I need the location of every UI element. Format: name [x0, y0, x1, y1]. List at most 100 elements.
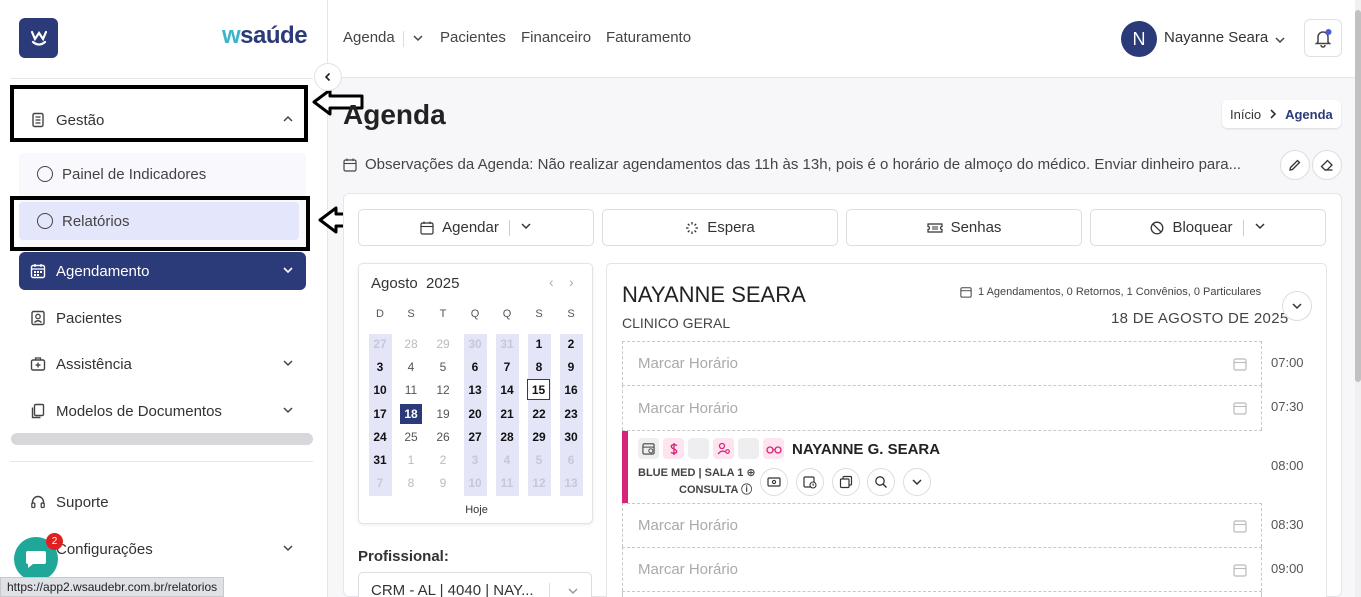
- time-slot-0900[interactable]: Marcar Horário: [622, 547, 1262, 591]
- calendar-day[interactable]: 7: [496, 360, 518, 374]
- calendar-day[interactable]: 1: [528, 337, 550, 351]
- calendar-check-icon[interactable]: [638, 438, 659, 459]
- calendar-day[interactable]: 4: [496, 453, 518, 467]
- topnav-financeiro[interactable]: Financeiro: [521, 29, 591, 46]
- calendar-day-selected[interactable]: 15: [527, 379, 550, 401]
- calendar-day[interactable]: 9: [432, 476, 454, 490]
- chevron-down-icon[interactable]: [1254, 219, 1266, 236]
- calendar-day[interactable]: 6: [464, 360, 486, 374]
- calendar-day[interactable]: 31: [369, 453, 391, 467]
- schedule-expand-button[interactable]: [1282, 291, 1312, 321]
- time-slot-0700[interactable]: Marcar Horário: [622, 341, 1262, 385]
- brand-logo[interactable]: [19, 18, 58, 58]
- calendar-day[interactable]: 3: [369, 360, 391, 374]
- calendar-day[interactable]: 11: [496, 476, 518, 490]
- calendar-day[interactable]: 12: [432, 383, 454, 397]
- sidebar-item-suporte[interactable]: Suporte: [19, 483, 306, 521]
- user-search-icon[interactable]: [713, 438, 734, 459]
- reschedule-button[interactable]: [796, 468, 824, 496]
- calendar-day[interactable]: 30: [464, 337, 486, 351]
- duplicate-button[interactable]: [832, 468, 860, 496]
- calendar-day[interactable]: 7: [369, 476, 391, 490]
- calendar-day[interactable]: 4: [400, 360, 422, 374]
- calendar-day[interactable]: 8: [528, 360, 550, 374]
- calendar-day[interactable]: 21: [496, 407, 518, 421]
- sidebar-collapse-button[interactable]: [314, 63, 342, 91]
- time-slot-0830[interactable]: Marcar Horário: [622, 503, 1262, 547]
- edit-observations-button[interactable]: [1280, 150, 1310, 180]
- glasses-icon[interactable]: [763, 438, 784, 459]
- calendar-day[interactable]: 11: [400, 383, 422, 397]
- calendar-prev-icon[interactable]: ‹: [549, 274, 554, 290]
- sidebar-item-modelos-documentos[interactable]: Modelos de Documentos: [19, 392, 306, 430]
- breadcrumb-home[interactable]: Início: [1230, 107, 1261, 122]
- page-scrollbar[interactable]: [1355, 0, 1361, 597]
- blank-status-icon[interactable]: [738, 438, 759, 459]
- calendar-day[interactable]: 29: [528, 430, 550, 444]
- calendar-day[interactable]: 10: [369, 383, 391, 397]
- time-slot-0730[interactable]: Marcar Horário: [622, 385, 1262, 430]
- calendar-day[interactable]: 2: [560, 337, 582, 351]
- calendar-day[interactable]: 28: [496, 430, 518, 444]
- payment-button[interactable]: [760, 468, 788, 496]
- calendar-day[interactable]: 28: [400, 337, 422, 351]
- time-slot-next[interactable]: [622, 591, 1262, 597]
- calendar-day[interactable]: 1: [400, 453, 422, 467]
- calendar-day[interactable]: 10: [464, 476, 486, 490]
- dollar-icon[interactable]: [663, 438, 684, 459]
- submenu-item-painel-indicadores[interactable]: Painel de Indicadores: [19, 155, 299, 193]
- notifications-button[interactable]: [1304, 19, 1342, 57]
- chevron-down-icon[interactable]: [520, 219, 532, 236]
- sidebar-item-agendamento[interactable]: Agendamento: [19, 252, 306, 290]
- calendar-day[interactable]: 13: [560, 476, 582, 490]
- blank-status-icon[interactable]: [688, 438, 709, 459]
- topnav-faturamento[interactable]: Faturamento: [606, 29, 691, 46]
- calendar-day[interactable]: 25: [400, 430, 422, 444]
- user-avatar[interactable]: N: [1121, 21, 1157, 57]
- topnav-agenda[interactable]: Agenda: [343, 29, 395, 46]
- calendar-day-today[interactable]: 18: [400, 403, 422, 424]
- sidebar-item-pacientes[interactable]: Pacientes: [19, 299, 306, 337]
- sidebar-scrollbar[interactable]: [11, 433, 313, 445]
- calendar-day[interactable]: 23: [560, 407, 582, 421]
- calendar-day[interactable]: 14: [496, 383, 518, 397]
- bloquear-button[interactable]: Bloquear: [1090, 209, 1326, 246]
- calendar-day[interactable]: 22: [528, 407, 550, 421]
- calendar-day[interactable]: 27: [464, 430, 486, 444]
- calendar-day[interactable]: 5: [432, 360, 454, 374]
- calendar-today-link[interactable]: Hoje: [359, 504, 594, 516]
- chevron-down-icon[interactable]: [412, 31, 424, 47]
- sidebar-item-assistencia[interactable]: Assistência: [19, 345, 306, 383]
- calendar-day[interactable]: 20: [464, 407, 486, 421]
- calendar-day[interactable]: 8: [400, 476, 422, 490]
- sidebar-item-configuracoes[interactable]: Configurações: [19, 530, 306, 568]
- calendar-day[interactable]: 5: [528, 453, 550, 467]
- calendar-day[interactable]: 3: [464, 453, 486, 467]
- calendar-day[interactable]: 12: [528, 476, 550, 490]
- more-options-button[interactable]: [903, 468, 931, 496]
- appointment-card[interactable]: NAYANNE G. SEARA BLUE MED | SALA 1 ⊕ CON…: [622, 430, 1262, 503]
- calendar-day[interactable]: 27: [369, 337, 391, 351]
- calendar-day[interactable]: 29: [432, 337, 454, 351]
- agendar-button[interactable]: Agendar: [358, 209, 594, 246]
- topnav-pacientes[interactable]: Pacientes: [440, 29, 506, 46]
- chevron-down-icon[interactable]: [1274, 33, 1286, 49]
- appointment-patient-name[interactable]: NAYANNE G. SEARA: [792, 441, 940, 458]
- calendar-day[interactable]: 17: [369, 407, 391, 421]
- profissional-select[interactable]: CRM - AL | 4040 | NAY...: [358, 572, 592, 597]
- search-button[interactable]: [867, 468, 895, 496]
- espera-button[interactable]: Espera: [602, 209, 838, 246]
- calendar-day[interactable]: 16: [560, 383, 582, 397]
- calendar-day[interactable]: 9: [560, 360, 582, 374]
- calendar-day[interactable]: 19: [432, 407, 454, 421]
- clear-observations-button[interactable]: [1312, 150, 1342, 180]
- calendar-day[interactable]: 30: [560, 430, 582, 444]
- calendar-day[interactable]: 24: [369, 430, 391, 444]
- calendar-day[interactable]: 6: [560, 453, 582, 467]
- calendar-day[interactable]: 26: [432, 430, 454, 444]
- user-name[interactable]: Nayanne Seara: [1164, 29, 1268, 46]
- page-scrollbar-thumb[interactable]: [1355, 10, 1361, 382]
- senhas-button[interactable]: Senhas: [846, 209, 1082, 246]
- calendar-day[interactable]: 31: [496, 337, 518, 351]
- calendar-day[interactable]: 13: [464, 383, 486, 397]
